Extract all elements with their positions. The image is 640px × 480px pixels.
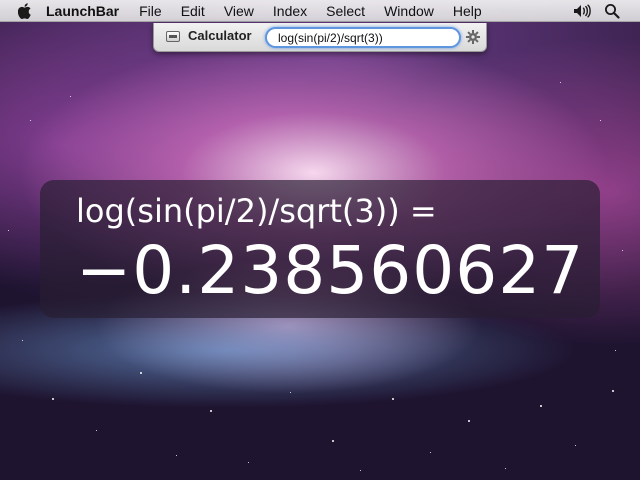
menu-app-launchbar[interactable]: LaunchBar [46,3,119,19]
spotlight-search-icon[interactable] [602,2,622,20]
menu-window[interactable]: Window [384,3,434,19]
menu-extras [572,0,640,22]
menu-bar: LaunchBar File Edit View Index Select Wi… [0,0,640,22]
apple-logo-icon[interactable] [18,2,32,19]
menu-index[interactable]: Index [273,3,307,19]
calculator-input[interactable]: log(sin(pi/2)/sqrt(3)) [265,27,461,48]
menu-edit[interactable]: Edit [181,3,205,19]
launchbar-bar: Calculator log(sin(pi/2)/sqrt(3)) [153,23,487,52]
volume-icon[interactable] [572,2,592,20]
gear-icon[interactable] [465,29,481,45]
menu-help[interactable]: Help [453,3,482,19]
menu-view[interactable]: View [224,3,254,19]
calculator-icon [166,31,180,42]
launchbar-title: Calculator [188,28,252,43]
menu-file[interactable]: File [139,3,162,19]
large-type-overlay: log(sin(pi/2)/sqrt(3)) = −0.238560627 [40,180,600,318]
large-type-expression: log(sin(pi/2)/sqrt(3)) = [76,192,437,230]
menu-select[interactable]: Select [326,3,365,19]
large-type-result: −0.238560627 [76,232,585,309]
